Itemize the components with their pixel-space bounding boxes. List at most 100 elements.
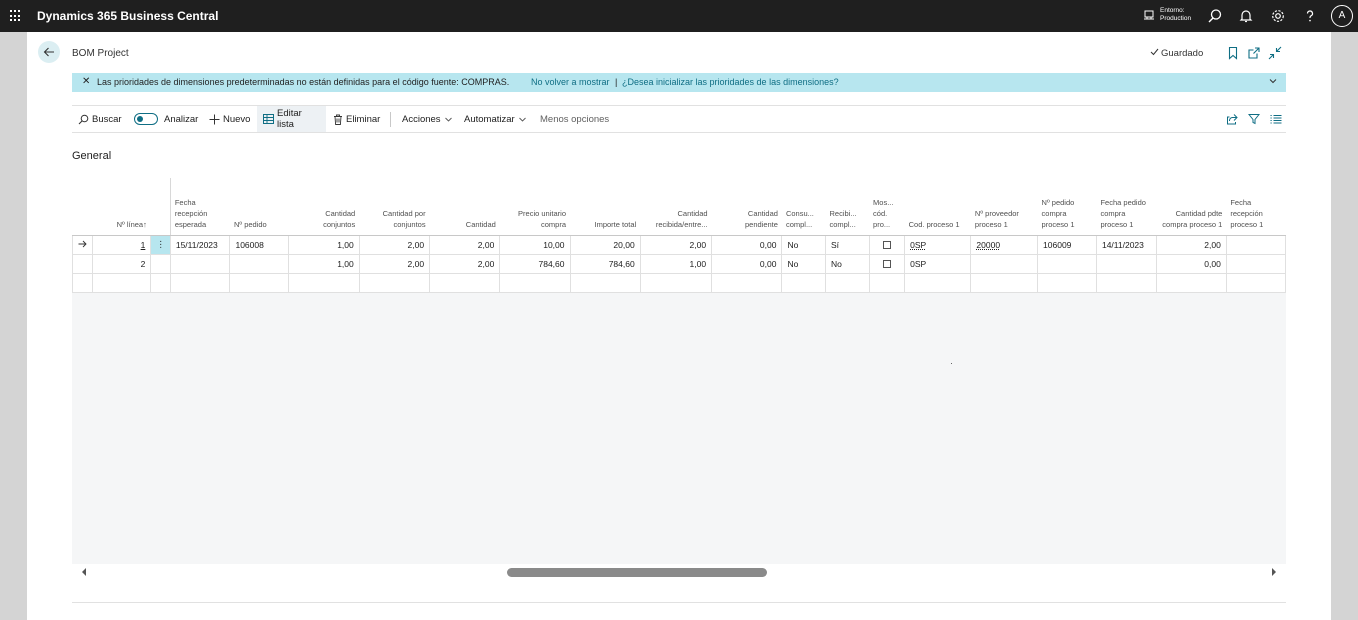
empty-cell[interactable] [781,272,827,293]
cell-consumed[interactable]: No [781,253,827,274]
empty-cell[interactable] [639,272,713,293]
user-avatar[interactable]: A [1331,5,1353,27]
cell-purchase-order-no[interactable]: 106009 [1037,234,1097,255]
cell-line-no[interactable]: 2 [91,253,152,274]
cell-vendor-no[interactable] [970,253,1039,274]
app-launcher-icon[interactable] [10,10,22,22]
col-purchase-order-no[interactable]: Nº pedido compra proceso 1 [1037,178,1097,236]
cell-qty-assemblies[interactable]: 1,00 [288,234,360,255]
col-quantity[interactable]: Cantidad [429,178,500,236]
cell-qty-pending-purchase[interactable]: 0,00 [1155,253,1227,274]
fewer-options-button[interactable]: Menos opciones [540,106,609,132]
edit-list-button[interactable]: Editar lista [257,106,326,132]
horizontal-scrollbar-thumb[interactable] [507,568,767,577]
empty-cell[interactable] [868,272,906,293]
col-qty-received[interactable]: Cantidad recibida/entre... [640,178,712,236]
cell-received[interactable]: No [825,253,870,274]
table-row[interactable]: 2 1,00 2,00 2,00 784,60 784,60 1,00 0,00… [72,253,1286,274]
row-menu-cell[interactable] [150,253,171,274]
cell-qty-pending[interactable]: 0,00 [711,234,783,255]
empty-new-row[interactable] [72,272,1286,293]
cell-receipt-date[interactable] [1225,234,1286,255]
col-receipt-date[interactable]: Fecha recepción proceso 1 [1226,178,1286,236]
cell-consumed[interactable]: No [781,234,827,255]
checkbox[interactable] [882,260,891,269]
chevron-down-icon[interactable] [1268,76,1278,86]
empty-cell[interactable] [91,272,152,293]
cell-order-no[interactable]: 106008 [229,234,290,255]
empty-cell[interactable] [825,272,870,293]
col-qty-per-assembly[interactable]: Cantidad por conjuntos [359,178,430,236]
cell-qty-pending[interactable]: 0,00 [711,253,783,274]
initialize-dimension-priorities-link[interactable]: ¿Desea inicializar las prioridades de la… [622,77,839,87]
empty-cell[interactable] [569,272,641,293]
empty-cell[interactable] [1225,272,1286,293]
cell-qty-received[interactable]: 1,00 [639,253,713,274]
bookmark-icon[interactable] [1226,46,1240,60]
cell-qty-per-assembly[interactable]: 2,00 [358,253,431,274]
delete-button[interactable]: Eliminar [333,106,380,132]
empty-cell[interactable] [169,272,231,293]
actions-menu[interactable]: Acciones [402,106,453,132]
scroll-left-icon[interactable] [80,567,88,577]
col-purchase-order-date[interactable]: Fecha pedido compra proceso 1 [1096,178,1157,236]
col-show-code[interactable]: Mos... cód. pro... [869,178,905,236]
notifications-icon[interactable] [1238,8,1254,24]
cell-qty-per-assembly[interactable]: 2,00 [358,234,431,255]
cell-qty-assemblies[interactable]: 1,00 [288,253,360,274]
cell-qty-received[interactable]: 2,00 [639,234,713,255]
cell-unit-price[interactable]: 784,60 [499,253,571,274]
empty-cell[interactable] [904,272,972,293]
col-received[interactable]: Recibi... compl... [825,178,870,236]
list-view-icon[interactable] [1270,113,1282,125]
cell-unit-price[interactable]: 10,00 [499,234,571,255]
col-consumed[interactable]: Consu... compl... [781,178,826,236]
back-button[interactable] [38,41,60,63]
filter-icon[interactable] [1248,113,1260,125]
environment-indicator[interactable]: Entorno: Production [1143,7,1191,23]
empty-cell[interactable] [970,272,1039,293]
cell-quantity[interactable]: 2,00 [429,234,501,255]
close-icon[interactable]: ✕ [82,77,90,87]
empty-cell[interactable] [1037,272,1097,293]
empty-cell[interactable] [429,272,501,293]
new-button[interactable]: Nuevo [209,106,250,132]
toggle-switch[interactable] [134,113,158,125]
empty-cell[interactable] [499,272,571,293]
cell-quantity[interactable]: 2,00 [429,253,501,274]
cell-line-no[interactable]: 1 [91,234,152,255]
empty-cell[interactable] [229,272,290,293]
empty-cell[interactable] [358,272,431,293]
col-qty-assemblies[interactable]: Cantidad conjuntos [288,178,360,236]
dont-show-again-link[interactable]: No volver a mostrar [531,77,610,87]
cell-show-code[interactable] [868,234,906,255]
empty-cell[interactable] [1155,272,1227,293]
analyze-toggle[interactable]: Analizar [134,106,198,132]
cell-total-amount[interactable]: 784,60 [569,253,641,274]
col-line-no[interactable]: Nº línea↑ [92,178,151,236]
col-unit-price[interactable]: Precio unitario compra [499,178,570,236]
col-vendor-no[interactable]: Nº proveedor proceso 1 [970,178,1038,236]
empty-cell[interactable] [288,272,360,293]
empty-cell[interactable] [711,272,783,293]
col-order-no[interactable]: Nº pedido [229,178,289,236]
search-button[interactable]: Buscar [78,106,122,132]
checkbox[interactable] [882,241,891,250]
collapse-icon[interactable] [1268,46,1282,60]
cell-process-code[interactable]: 0SP [904,234,972,255]
share-icon[interactable] [1226,113,1238,125]
cell-process-code[interactable]: 0SP [904,253,972,274]
row-menu-icon[interactable]: ⋮ [150,234,171,255]
col-process-code[interactable]: Cod. proceso 1 [904,178,971,236]
app-title[interactable]: Dynamics 365 Business Central [37,9,218,23]
scroll-right-icon[interactable] [1270,567,1278,577]
cell-purchase-order-no[interactable] [1037,253,1097,274]
cell-expected-receipt[interactable]: 15/11/2023 [169,234,231,255]
cell-vendor-no[interactable]: 20000 [970,234,1039,255]
table-row[interactable]: 1 ⋮ 15/11/2023 106008 1,00 2,00 2,00 10,… [72,234,1286,255]
col-qty-pending[interactable]: Cantidad pendiente [711,178,782,236]
cell-received[interactable]: Sí [825,234,870,255]
search-icon[interactable] [1207,8,1223,24]
cell-total-amount[interactable]: 20,00 [569,234,641,255]
col-total-amount[interactable]: Importe total [570,178,641,236]
